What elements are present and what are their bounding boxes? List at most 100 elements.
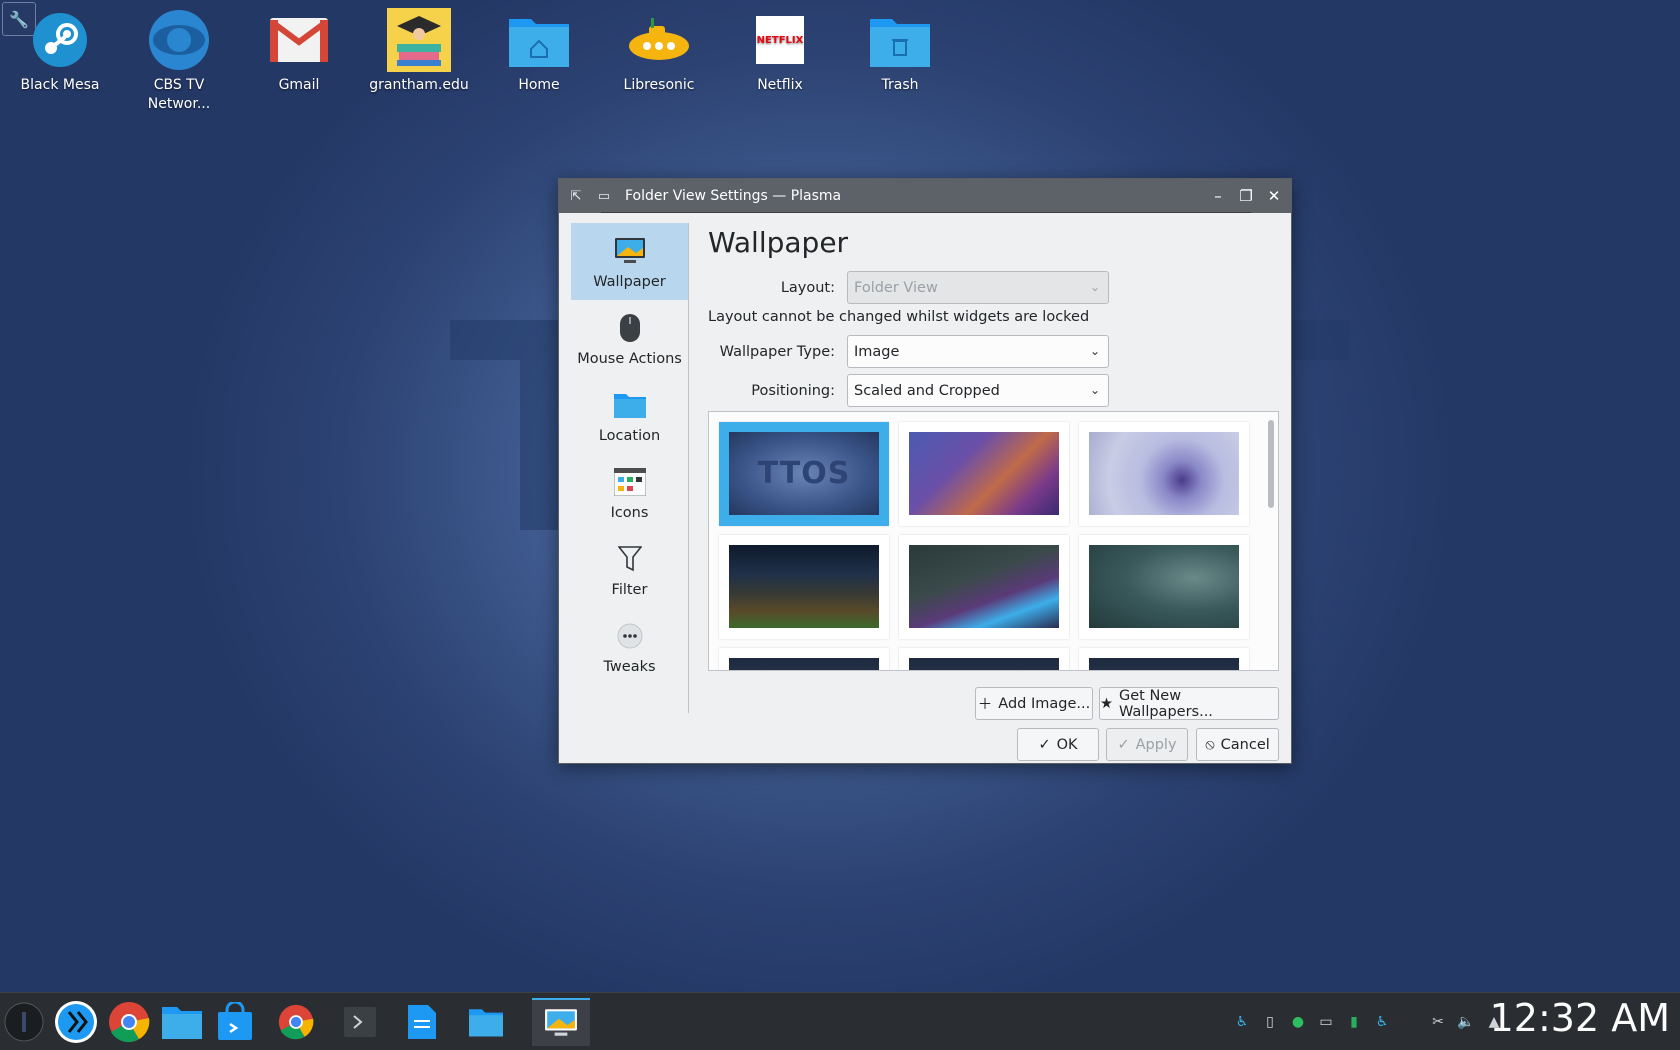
desktop-icon-trash[interactable]: Trash [846,8,954,95]
cbs-eye-icon [147,8,211,72]
chrome-icon [109,1002,150,1043]
more-icon [612,619,648,653]
wallpaper-thumb-row3-c[interactable] [1079,648,1249,670]
monitor-icon [612,234,648,268]
chevron-down-icon: ⌄ [1089,344,1100,358]
taskbar-app-files[interactable] [158,998,206,1046]
taskbar-app-settings-window[interactable] [532,998,590,1046]
submarine-icon [627,8,691,72]
taskbar-app-terminal[interactable] [336,998,384,1046]
wallpaper-page: Wallpaper Layout: Folder View ⌄ Layout c… [708,223,1279,761]
taskbar-app-dolphin[interactable] [462,998,510,1046]
window-menu-icon[interactable]: ▭ [593,185,615,207]
layout-row: Layout: Folder View ⌄ [708,271,1109,304]
wallpaper-type-label: Wallpaper Type: [719,343,835,360]
taskbar-app-chrome-2[interactable] [272,998,320,1046]
desktop-icon-cbs[interactable]: CBS TV Networ... [125,8,233,114]
volume-icon[interactable]: 🔈 [1454,1010,1478,1034]
desktop-icon-netflix[interactable]: NETFLIX Netflix [726,8,834,95]
sidebar-item-mouse-actions[interactable]: Mouse Actions [571,300,688,377]
star-icon: ★ [1100,695,1113,712]
wallpaper-thumb-coast[interactable] [719,535,889,639]
desktop-icon-libresonic[interactable]: Libresonic [605,8,713,95]
steam-icon [28,8,92,72]
desktop-icon-gmail[interactable]: Gmail [245,8,353,95]
page-title: Wallpaper [708,226,849,259]
document-icon [408,1005,436,1039]
folder-icon [162,1007,202,1039]
wallpaper-type-combobox[interactable]: Image ⌄ [847,335,1109,368]
wallpaper-thumb-dandelion[interactable] [1079,422,1249,526]
system-tray: ♿ ▯ ● ▭ ▮ ♿ [1230,1009,1398,1035]
positioning-combobox[interactable]: Scaled and Cropped ⌄ [847,374,1109,407]
sidebar-item-tweaks[interactable]: Tweaks [571,608,688,685]
application-launcher[interactable] [0,998,48,1046]
evernote-icon[interactable]: ● [1286,1010,1310,1034]
gmail-icon [267,8,331,72]
layout-label: Layout: [780,279,835,296]
home-folder-icon [507,8,571,72]
terminal-icon [344,1007,376,1037]
accessibility-icon[interactable]: ♿ [1370,1010,1394,1034]
maximize-button[interactable]: ❐ [1235,185,1257,207]
taskbar-app-discover[interactable] [211,998,259,1046]
grid-scrollbar[interactable] [1268,420,1274,508]
settings-sidebar: Wallpaper Mouse Actions Location Icons F… [571,223,689,713]
sidebar-item-filter[interactable]: Filter [571,531,688,608]
clock[interactable]: 12:32 AM [1490,996,1670,1040]
add-image-button[interactable]: ＋ Add Image... [975,687,1093,720]
layout-combobox: Folder View ⌄ [847,271,1109,304]
accessibility-icon[interactable]: ♿ [1230,1010,1254,1034]
graduation-icon [387,8,451,72]
launcher-icon [4,1002,44,1042]
drive-icon[interactable]: ▭ [1314,1010,1338,1034]
sidebar-item-icons[interactable]: Icons [571,454,688,531]
ok-button[interactable]: ✓ OK [1017,728,1099,761]
monitor-icon [545,1009,577,1036]
wallpaper-thumb-row3-b[interactable] [899,648,1069,670]
layout-locked-note: Layout cannot be changed whilst widgets … [708,309,1090,325]
wallpaper-thumb-geometric[interactable] [899,422,1069,526]
chevron-down-icon: ⌄ [1089,383,1100,397]
folder-icon [612,388,648,422]
close-button[interactable]: ✕ [1263,185,1285,207]
mouse-icon [612,311,648,345]
device-icon[interactable]: ▯ [1258,1010,1282,1034]
chevron-down-icon: ⌄ [1089,280,1100,294]
icons-grid-icon [612,465,648,499]
netflix-icon: NETFLIX [748,8,812,72]
taskbar-app-chrome[interactable] [105,998,153,1046]
apply-button[interactable]: ✓ Apply [1106,728,1188,761]
positioning-label: Positioning: [751,382,835,399]
monitor-battery-icon[interactable]: ▮ [1342,1010,1366,1034]
wallpaper-thumb-swirl[interactable] [1079,535,1249,639]
titlebar[interactable]: ⇱ ▭ Folder View Settings — Plasma – ❐ ✕ [559,179,1291,213]
taskbar-app-kde-connect[interactable] [52,998,100,1046]
taskbar-app-document[interactable] [398,998,446,1046]
wallpaper-type-row: Wallpaper Type: Image ⌄ [708,335,1109,368]
desktop-icon-black-mesa[interactable]: Black Mesa [6,8,114,95]
desktop-icon-home[interactable]: Home [485,8,593,95]
wallpaper-thumb-shapes[interactable] [899,535,1069,639]
cancel-button[interactable]: ⦸ Cancel [1196,728,1279,761]
minimize-button[interactable]: – [1207,185,1229,207]
wallpaper-thumb-row3-a[interactable] [719,648,889,670]
cancel-icon: ⦸ [1205,736,1215,753]
get-new-wallpapers-button[interactable]: ★ Get New Wallpapers... [1099,687,1279,720]
scissors-icon[interactable]: ✂ [1426,1010,1450,1034]
positioning-row: Positioning: Scaled and Cropped ⌄ [708,374,1109,407]
desktop-icon-grantham[interactable]: grantham.edu [365,8,473,95]
trash-folder-icon [868,8,932,72]
plus-icon: ＋ [977,697,993,713]
store-bag-icon [218,1002,252,1040]
sidebar-item-wallpaper[interactable]: Wallpaper [571,223,688,300]
taskbar: ♿ ▯ ● ▭ ▮ ♿ ✂ 🔈 ▲ 12:32 AM [0,992,1680,1050]
kde-icon [55,1001,97,1043]
pin-icon[interactable]: ⇱ [565,185,587,207]
check-icon: ✓ [1117,736,1130,753]
wallpaper-thumb-ttos[interactable]: TTOS [719,422,889,526]
sidebar-item-location[interactable]: Location [571,377,688,454]
filter-icon [612,542,648,576]
wallpaper-grid[interactable]: TTOS [708,411,1279,671]
folder-icon [469,1009,503,1037]
